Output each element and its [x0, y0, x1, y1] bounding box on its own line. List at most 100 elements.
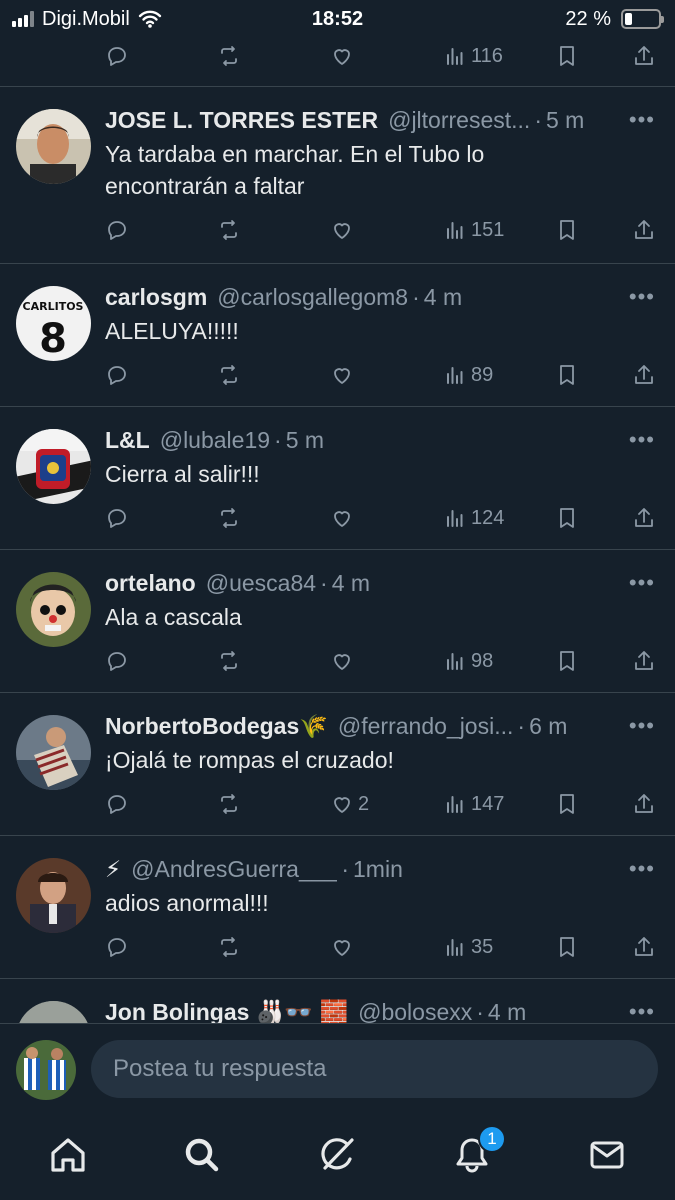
- nav-home[interactable]: [46, 1133, 90, 1177]
- author-handle[interactable]: @ferrando_josi...: [338, 713, 514, 740]
- share-button[interactable]: [632, 789, 656, 819]
- reply-button[interactable]: [105, 789, 129, 819]
- more-options-icon[interactable]: •••: [629, 570, 655, 596]
- retweet-button[interactable]: [217, 932, 241, 962]
- bookmark-button[interactable]: [555, 360, 579, 390]
- retweet-button[interactable]: [217, 789, 241, 819]
- timestamp[interactable]: 4 m: [488, 999, 526, 1024]
- tweet-text-line: encontrarán a faltar: [105, 173, 305, 199]
- avatar[interactable]: [16, 429, 91, 504]
- more-options-icon[interactable]: •••: [629, 427, 655, 453]
- more-options-icon[interactable]: •••: [629, 856, 655, 882]
- retweet-icon: [221, 937, 237, 957]
- tweet[interactable]: Jon Bolingas 🎳👓 🧱 @bolosexx · 4 m •••: [0, 979, 675, 1023]
- nav-notifications[interactable]: 1: [450, 1125, 506, 1177]
- author-name[interactable]: ⚡: [105, 856, 121, 883]
- like-button[interactable]: [330, 41, 354, 71]
- tweet[interactable]: NorbertoBodegas🌾 @ferrando_josi... · 6 m •••…: [0, 693, 675, 836]
- avatar[interactable]: [16, 109, 91, 184]
- reply-feed[interactable]: 116 JOSE L. TORRES ESTER @jltorresest... ·…: [0, 0, 675, 1023]
- reply-button[interactable]: [105, 932, 129, 962]
- avatar[interactable]: [16, 572, 91, 647]
- like-button[interactable]: [330, 215, 358, 245]
- more-options-icon[interactable]: •••: [629, 999, 655, 1023]
- author-handle[interactable]: @carlosgallegom8: [217, 284, 408, 311]
- tweet[interactable]: JOSE L. TORRES ESTER @jltorresest... · 5 m •…: [0, 87, 675, 264]
- share-icon: [635, 508, 653, 527]
- tweet[interactable]: CARLITOS 8 carlosgm @carlosgallegom8 · 4 m •••…: [0, 264, 675, 407]
- timestamp[interactable]: 4 m: [424, 284, 462, 311]
- nav-messages[interactable]: [585, 1133, 629, 1177]
- author-handle[interactable]: @uesca84: [206, 570, 316, 597]
- tweet[interactable]: L&L @lubale19 · 5 m ••• Cierra al salir!!! 124: [0, 407, 675, 550]
- like-button[interactable]: [330, 646, 358, 676]
- reply-button[interactable]: [105, 41, 129, 71]
- share-button[interactable]: [632, 646, 656, 676]
- timestamp[interactable]: 5 m: [546, 107, 584, 134]
- avatar[interactable]: CARLITOS 8: [16, 286, 91, 361]
- tweet[interactable]: ortelano @uesca84 · 4 m ••• Ala a cascala 98: [0, 550, 675, 693]
- retweet-button[interactable]: [217, 215, 241, 245]
- avatar[interactable]: [16, 1001, 91, 1023]
- share-icon: [635, 651, 653, 670]
- retweet-icon: [221, 508, 237, 528]
- views-button[interactable]: 98: [443, 646, 493, 676]
- bookmark-button[interactable]: [555, 215, 579, 245]
- view-count: 89: [471, 363, 494, 386]
- retweet-button[interactable]: [217, 503, 241, 533]
- like-button[interactable]: 2: [330, 789, 369, 819]
- like-button[interactable]: [330, 503, 358, 533]
- bookmark-button[interactable]: [555, 932, 579, 962]
- views-button[interactable]: 116: [443, 41, 503, 71]
- views-button[interactable]: 124: [443, 503, 504, 533]
- author-handle[interactable]: @AndresGuerra___: [131, 856, 337, 883]
- share-button[interactable]: [632, 503, 656, 533]
- author-handle[interactable]: @bolosexx: [358, 999, 472, 1024]
- more-options-icon[interactable]: •••: [629, 713, 655, 739]
- reply-button[interactable]: [105, 503, 129, 533]
- reply-button[interactable]: [105, 646, 129, 676]
- app-root: 116 JOSE L. TORRES ESTER @jltorresest... ·…: [0, 0, 675, 1200]
- author-name[interactable]: ortelano: [105, 570, 196, 597]
- tweet-text-line: adios anormal!!!: [105, 890, 269, 916]
- timestamp[interactable]: 6 m: [529, 713, 567, 740]
- reply-input[interactable]: Postea tu respuesta: [91, 1040, 658, 1098]
- timestamp[interactable]: 5 m: [286, 427, 324, 454]
- bookmark-button[interactable]: [555, 41, 579, 71]
- views-button[interactable]: 151: [443, 215, 504, 245]
- user-avatar[interactable]: [16, 1040, 76, 1100]
- views-button[interactable]: 35: [443, 932, 493, 962]
- bookmark-button[interactable]: [555, 503, 579, 533]
- timestamp[interactable]: 4 m: [332, 570, 370, 597]
- reply-button[interactable]: [105, 215, 129, 245]
- author-name[interactable]: carlosgm: [105, 284, 207, 311]
- share-button[interactable]: [632, 932, 656, 962]
- retweet-button[interactable]: [217, 646, 241, 676]
- like-button[interactable]: [330, 360, 358, 390]
- author-name[interactable]: JOSE L. TORRES ESTER: [105, 107, 378, 134]
- retweet-button[interactable]: [217, 360, 241, 390]
- author-handle[interactable]: @lubale19: [160, 427, 270, 454]
- share-button[interactable]: [632, 360, 656, 390]
- author-name[interactable]: NorbertoBodegas🌾: [105, 713, 328, 740]
- avatar[interactable]: [16, 715, 91, 790]
- nav-grok[interactable]: [315, 1133, 359, 1177]
- bookmark-button[interactable]: [555, 789, 579, 819]
- tweet[interactable]: ⚡ @AndresGuerra___ · 1min ••• adios anormal!!…: [0, 836, 675, 979]
- views-button[interactable]: 147: [443, 789, 504, 819]
- timestamp[interactable]: 1min: [353, 856, 403, 883]
- more-options-icon[interactable]: •••: [629, 284, 655, 310]
- author-name[interactable]: Jon Bolingas 🎳👓 🧱: [105, 999, 348, 1024]
- author-handle[interactable]: @jltorresest...: [388, 107, 530, 134]
- author-name[interactable]: L&L: [105, 427, 150, 454]
- avatar[interactable]: [16, 858, 91, 933]
- reply-button[interactable]: [105, 360, 129, 390]
- share-button[interactable]: [632, 41, 656, 71]
- like-button[interactable]: [330, 932, 358, 962]
- share-button[interactable]: [632, 215, 656, 245]
- more-options-icon[interactable]: •••: [629, 107, 655, 133]
- bookmark-button[interactable]: [555, 646, 579, 676]
- retweet-button[interactable]: [217, 41, 241, 71]
- nav-search[interactable]: [180, 1133, 224, 1177]
- views-button[interactable]: 89: [443, 360, 493, 390]
